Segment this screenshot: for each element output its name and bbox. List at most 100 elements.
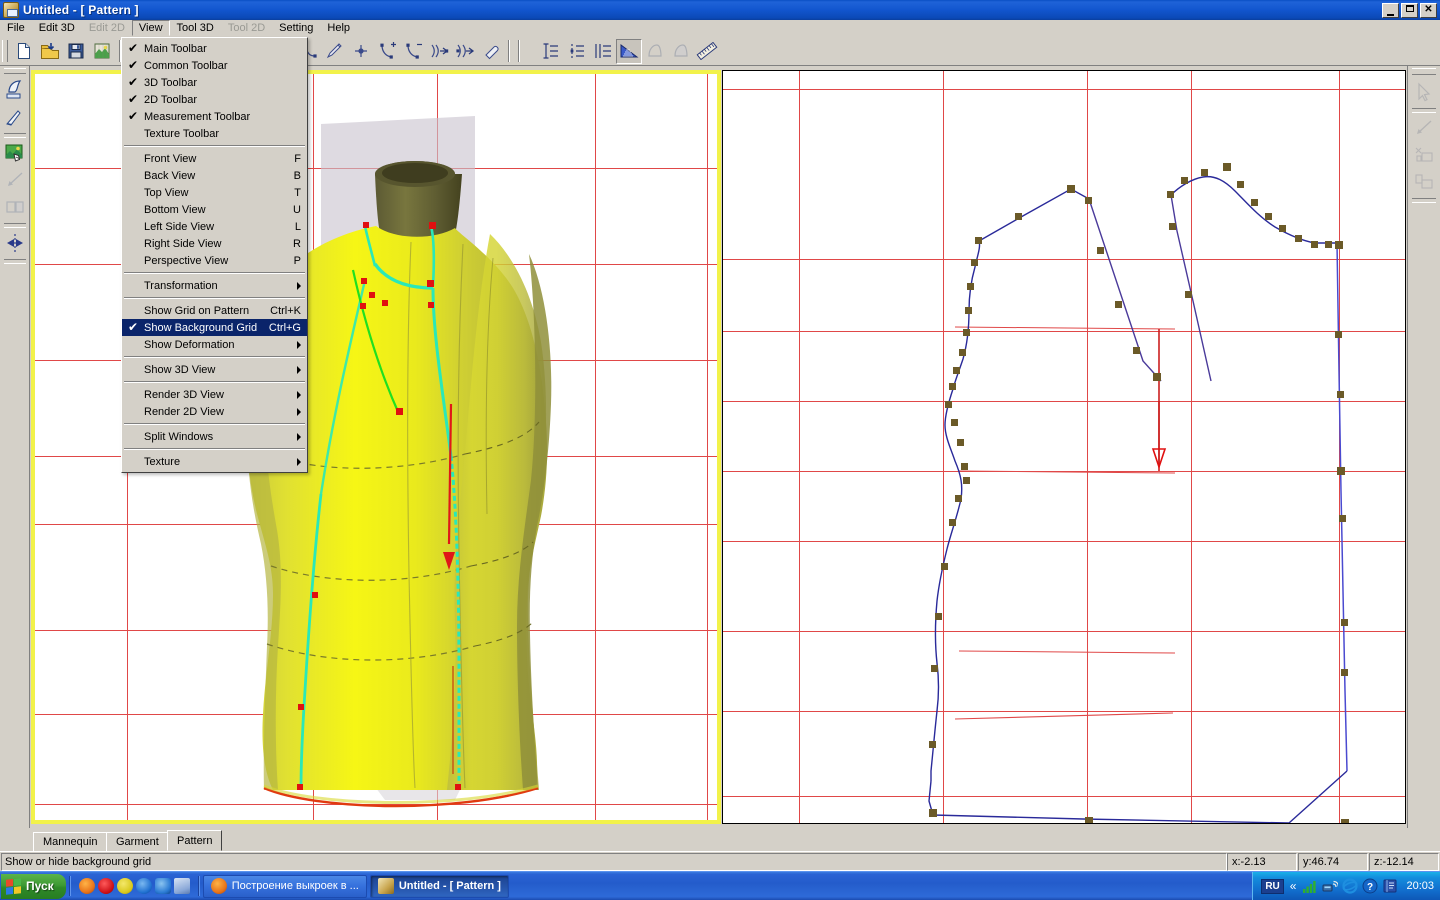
tray-expander-icon[interactable]: « bbox=[1288, 879, 1299, 893]
taskbar-window-label: Untitled - [ Pattern ] bbox=[399, 880, 501, 892]
menu-file[interactable]: File bbox=[0, 20, 32, 36]
measure-vertical-icon[interactable] bbox=[538, 39, 564, 64]
media-player-icon[interactable] bbox=[155, 878, 171, 894]
remove-point-curve-icon[interactable] bbox=[400, 39, 426, 64]
left-toolbar-separator bbox=[4, 223, 26, 228]
viewport-2d[interactable] bbox=[722, 70, 1406, 824]
menu-item-back-view[interactable]: Back ViewB bbox=[122, 167, 307, 184]
right-toolbar-separator bbox=[1412, 198, 1436, 203]
language-indicator[interactable]: RU bbox=[1261, 879, 1283, 894]
copy-seam-right-icon[interactable] bbox=[452, 39, 478, 64]
maximize-button[interactable] bbox=[1401, 3, 1418, 18]
app-icon bbox=[378, 878, 394, 894]
measure-double-icon[interactable] bbox=[590, 39, 616, 64]
right-toolbar-separator bbox=[1412, 108, 1436, 113]
menu-item-show-grid-on-pattern[interactable]: Show Grid on PatternCtrl+K bbox=[122, 302, 307, 319]
menu-separator bbox=[124, 297, 305, 299]
menu-item-top-view[interactable]: Top ViewT bbox=[122, 184, 307, 201]
notebook-tray-icon[interactable] bbox=[1382, 878, 1398, 894]
menu-item-bottom-view[interactable]: Bottom ViewU bbox=[122, 201, 307, 218]
menu-item-show-3d-view[interactable]: Show 3D View bbox=[122, 361, 307, 378]
add-point-curve-icon[interactable] bbox=[374, 39, 400, 64]
menu-item-texture[interactable]: Texture bbox=[122, 453, 307, 470]
right-toolbar-grip[interactable] bbox=[1412, 68, 1436, 75]
ruler-icon[interactable] bbox=[694, 39, 720, 64]
menu-separator bbox=[124, 145, 305, 147]
help-question-icon[interactable]: ? bbox=[1362, 878, 1378, 894]
menu-tool-3d[interactable]: Tool 3D bbox=[170, 20, 221, 36]
taskbar-separator bbox=[198, 876, 200, 896]
menu-view[interactable]: View bbox=[132, 20, 170, 36]
menu-item-right-side-view[interactable]: Right Side ViewR bbox=[122, 235, 307, 252]
toolbar-separator bbox=[508, 40, 510, 62]
menu-item-front-view[interactable]: Front ViewF bbox=[122, 150, 307, 167]
menu-item-main-toolbar[interactable]: ✔Main Toolbar bbox=[122, 40, 307, 57]
firefox-icon[interactable] bbox=[79, 878, 95, 894]
cursor-arrow-icon bbox=[1411, 79, 1437, 105]
menu-setting[interactable]: Setting bbox=[272, 20, 320, 36]
move-seam-right-icon[interactable] bbox=[426, 39, 452, 64]
taskbar-window-label: Построение выкроек в ... bbox=[232, 880, 359, 892]
knife-cut-icon[interactable] bbox=[2, 104, 28, 130]
network-icon[interactable] bbox=[1322, 878, 1338, 894]
left-toolbar-separator bbox=[4, 259, 26, 264]
mirror-symmetry-icon[interactable] bbox=[2, 230, 28, 256]
tab-garment[interactable]: Garment bbox=[106, 832, 169, 851]
submenu-arrow-icon bbox=[297, 408, 301, 416]
internet-explorer-tray-icon[interactable] bbox=[1342, 878, 1358, 894]
volume-bars-icon[interactable] bbox=[1302, 878, 1318, 894]
menu-item-left-side-view[interactable]: Left Side ViewL bbox=[122, 218, 307, 235]
menu-item-texture-toolbar[interactable]: Texture Toolbar bbox=[122, 125, 307, 142]
taskbar-window-firefox[interactable]: Построение выкроек в ... bbox=[203, 875, 367, 898]
tab-pattern[interactable]: Pattern bbox=[167, 830, 222, 851]
measure-area-icon[interactable] bbox=[616, 39, 642, 64]
save-disk-icon[interactable] bbox=[63, 39, 89, 64]
submenu-arrow-icon bbox=[297, 391, 301, 399]
internet-explorer-icon[interactable] bbox=[136, 878, 152, 894]
texture-image-icon[interactable] bbox=[89, 39, 115, 64]
eraser-icon[interactable] bbox=[478, 39, 504, 64]
check-icon: ✔ bbox=[128, 322, 139, 333]
menu-item-split-windows[interactable]: Split Windows bbox=[122, 428, 307, 445]
menu-item-2d-toolbar[interactable]: ✔2D Toolbar bbox=[122, 91, 307, 108]
tab-mannequin[interactable]: Mannequin bbox=[33, 832, 107, 851]
menu-item-show-deformation[interactable]: Show Deformation bbox=[122, 336, 307, 353]
start-button[interactable]: Пуск bbox=[1, 874, 66, 899]
new-document-icon[interactable] bbox=[11, 39, 37, 64]
taskbar: Пуск Построение выкроек в ... Untitled -… bbox=[0, 871, 1440, 900]
clock[interactable]: 20:03 bbox=[1402, 880, 1434, 892]
coord-x: x:-2.13 bbox=[1227, 853, 1297, 871]
surface-flatten-icon[interactable] bbox=[2, 77, 28, 103]
menu-item-3d-toolbar[interactable]: ✔3D Toolbar bbox=[122, 74, 307, 91]
open-folder-icon[interactable] bbox=[37, 39, 63, 64]
menu-item-common-toolbar[interactable]: ✔Common Toolbar bbox=[122, 57, 307, 74]
taskbar-window-pattern[interactable]: Untitled - [ Pattern ] bbox=[370, 875, 509, 898]
menu-edit-3d[interactable]: Edit 3D bbox=[32, 20, 82, 36]
texture-paint-hand-icon[interactable] bbox=[2, 140, 28, 166]
minimize-button[interactable] bbox=[1382, 3, 1399, 18]
view-menu-dropdown[interactable]: ✔Main Toolbar ✔Common Toolbar ✔3D Toolba… bbox=[121, 37, 308, 473]
close-button[interactable]: ✕ bbox=[1420, 3, 1437, 18]
menu-item-transformation[interactable]: Transformation bbox=[122, 277, 307, 294]
toolbar-grip[interactable] bbox=[2, 40, 8, 62]
windows-flag-icon bbox=[6, 878, 21, 895]
calculator-icon[interactable] bbox=[174, 878, 190, 894]
point-node-icon[interactable] bbox=[348, 39, 374, 64]
menu-item-show-background-grid[interactable]: ✔Show Background GridCtrl+G bbox=[122, 319, 307, 336]
menu-bar: File Edit 3D Edit 2D View Tool 3D Tool 2… bbox=[0, 20, 1440, 37]
menu-item-perspective-view[interactable]: Perspective ViewP bbox=[122, 252, 307, 269]
firefox-icon bbox=[211, 878, 227, 894]
shape-outline-icon bbox=[642, 39, 668, 64]
winamp-icon[interactable] bbox=[117, 878, 133, 894]
application-window: Untitled - [ Pattern ] ✕ File Edit 3D Ed… bbox=[0, 0, 1440, 900]
view-tabs: Mannequin Garment Pattern bbox=[0, 829, 1440, 851]
menu-item-render-2d-view[interactable]: Render 2D View bbox=[122, 403, 307, 420]
status-bar: Show or hide background grid x:-2.13 y:4… bbox=[0, 851, 1440, 871]
menu-item-render-3d-view[interactable]: Render 3D View bbox=[122, 386, 307, 403]
opera-icon[interactable] bbox=[98, 878, 114, 894]
pencil-edit-icon[interactable] bbox=[322, 39, 348, 64]
left-toolbar-grip[interactable] bbox=[4, 68, 26, 74]
measure-segment-icon[interactable] bbox=[564, 39, 590, 64]
menu-help[interactable]: Help bbox=[320, 20, 357, 36]
menu-item-measurement-toolbar[interactable]: ✔Measurement Toolbar bbox=[122, 108, 307, 125]
